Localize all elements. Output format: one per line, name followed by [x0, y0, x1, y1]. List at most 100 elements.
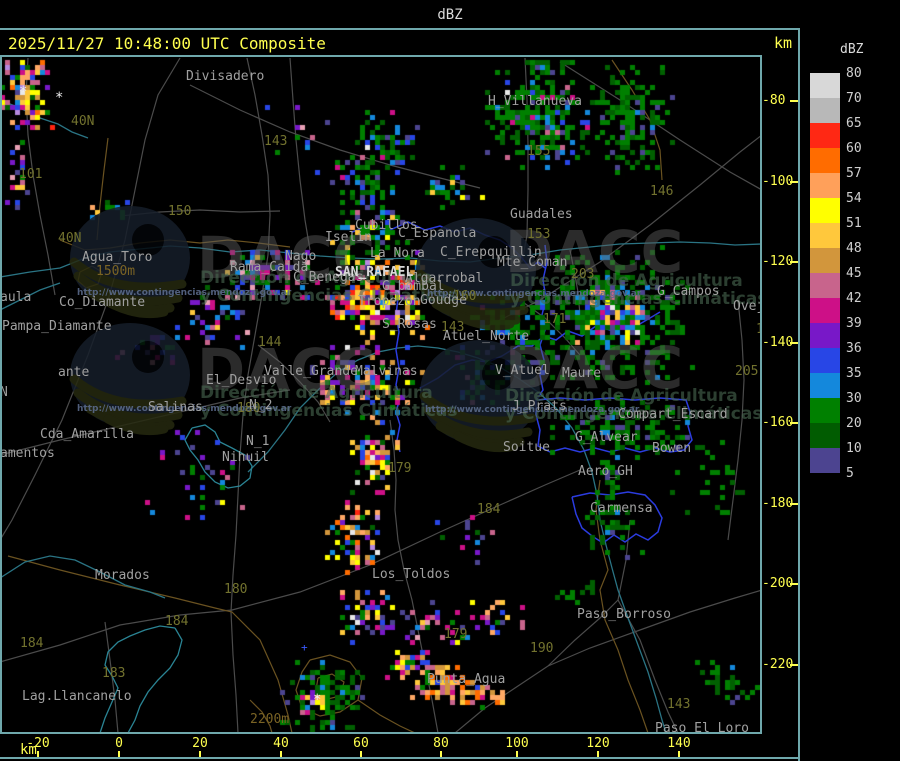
right-axis-label: -140: [762, 335, 794, 350]
legend-color-block: [810, 123, 840, 148]
place-label: La_Nora: [370, 246, 425, 261]
storm-marker-asterisk: *: [313, 692, 321, 708]
legend-value-label: 45: [846, 266, 862, 281]
road-number-label: 143: [667, 697, 690, 712]
road-number-label: 150: [168, 204, 191, 219]
right-axis-tick: [790, 422, 798, 424]
title-bar: dBZ: [0, 0, 900, 28]
contour-elevation-label: 2200m: [250, 712, 289, 727]
place-label: Carmensa: [590, 501, 653, 516]
road-number-label: 180: [224, 582, 247, 597]
legend-value-label: 80: [846, 66, 862, 81]
place-label: Los_Toldos: [372, 567, 450, 582]
road-number-label: 190: [530, 641, 553, 656]
right-axis-label: -220: [762, 657, 794, 672]
legend-value-label: 65: [846, 116, 862, 131]
bottom-axis-label: 40: [273, 736, 289, 751]
legend-color-block: [810, 298, 840, 323]
dbz-legend: dBZ 80 70 65 60 57 54 51 48 45 42 39 36 35 30 20 10 5: [798, 28, 900, 761]
right-axis-tick: [790, 342, 798, 344]
legend-color-block: [810, 423, 840, 448]
legend-value-label: 35: [846, 366, 862, 381]
place-label: Aero_GH: [578, 464, 633, 479]
place-label: Cubillos: [355, 218, 418, 233]
place-label: Cda_Amarilla: [40, 427, 134, 442]
legend-color-block: [810, 348, 840, 373]
legend-title: dBZ: [840, 42, 864, 57]
place-label: Oveje: [733, 299, 760, 314]
road-number-label: 203: [571, 267, 594, 282]
right-axis-label: -100: [762, 174, 794, 189]
right-axis-label: -200: [762, 576, 794, 591]
radar-app-window: dBZ 2025/11/27 10:48:00 UTC Composite km…: [0, 0, 900, 761]
place-label: G_bombal: [382, 279, 445, 294]
legend-color-block: [810, 323, 840, 348]
place-label: aula: [2, 290, 31, 305]
place-label: N_2: [249, 398, 272, 413]
place-label: Maure: [562, 366, 601, 381]
place-label: Soitue: [503, 440, 550, 455]
road-number-label: 144: [258, 335, 282, 350]
legend-color-block: [810, 98, 840, 123]
legend-color-block: [810, 223, 840, 248]
storm-marker-asterisk: *: [19, 84, 27, 100]
legend-color-block: [810, 73, 840, 98]
bottom-divider: [0, 757, 900, 759]
bottom-axis-label: 60: [353, 736, 369, 751]
bottom-axis-label: 80: [433, 736, 449, 751]
place-label: Co_Diamante: [59, 295, 145, 310]
right-axis-label: -160: [762, 415, 794, 430]
place-label: ante: [58, 365, 89, 380]
place-label: G_Campos: [657, 284, 720, 299]
road-number-label: 184: [477, 502, 501, 517]
right-axis-tick: [790, 181, 798, 183]
legend-value-label: 51: [846, 216, 862, 231]
road-number-label: 184: [165, 614, 189, 629]
road-number-label: 40N: [58, 231, 81, 246]
contour-elevation-label: 1500m: [96, 264, 135, 279]
bottom-axis: km -20 0 20 40 60 80 100 120 140: [0, 734, 762, 758]
legend-color-block: [810, 148, 840, 173]
road-number-label: 144: [756, 322, 760, 337]
legend-value-label: 5: [846, 466, 854, 481]
legend-value-label: 48: [846, 241, 862, 256]
place-label: J_Prats: [512, 399, 567, 414]
bottom-axis-label: 120: [586, 736, 610, 751]
place-label: Paso_Borroso: [577, 607, 671, 622]
place-label: C_Erepquillin: [440, 245, 542, 260]
road-number-label: 153: [527, 227, 550, 242]
road-number-label: 143: [264, 134, 287, 149]
legend-color-block: [810, 448, 840, 473]
place-label: Goudge: [420, 293, 467, 308]
city-label: SAN_RAFAEL: [335, 265, 413, 280]
place-label: Valle_Grande: [264, 364, 358, 379]
right-axis-label: -80: [762, 93, 786, 108]
place-label: Tropezon: [358, 294, 421, 309]
place-label: Nihuil: [222, 450, 269, 465]
km-unit-label: km: [774, 34, 793, 52]
bottom-axis-label: 100: [505, 736, 529, 751]
legend-value-label: 10: [846, 441, 862, 456]
place-label: Divisadero: [186, 69, 264, 84]
legend-color-block: [810, 248, 840, 273]
road-number-label: 171: [543, 312, 566, 327]
road-number-label: 146: [650, 184, 673, 199]
place-label: Paso_El_Loro: [655, 721, 749, 732]
timestamp-row: 2025/11/27 10:48:00 UTC Composite km: [0, 30, 900, 55]
place-label: Malvinas: [355, 364, 418, 379]
legend-value-label: 57: [846, 166, 862, 181]
place-label: amentos: [2, 446, 55, 461]
legend-value-label: 60: [846, 141, 862, 156]
legend-color-block: [810, 198, 840, 223]
page-title: dBZ: [437, 7, 463, 23]
bottom-axis-label: -20: [26, 736, 50, 751]
road-number-label: 179: [388, 461, 411, 476]
right-axis-tick: [790, 503, 798, 505]
right-axis-tick: [790, 583, 798, 585]
road-number-label: 205: [735, 364, 758, 379]
legend-color-block: [810, 273, 840, 298]
bottom-axis-label: 0: [115, 736, 123, 751]
bottom-axis-label: 140: [667, 736, 691, 751]
legend-value-label: 42: [846, 291, 862, 306]
legend-value-label: 54: [846, 191, 862, 206]
